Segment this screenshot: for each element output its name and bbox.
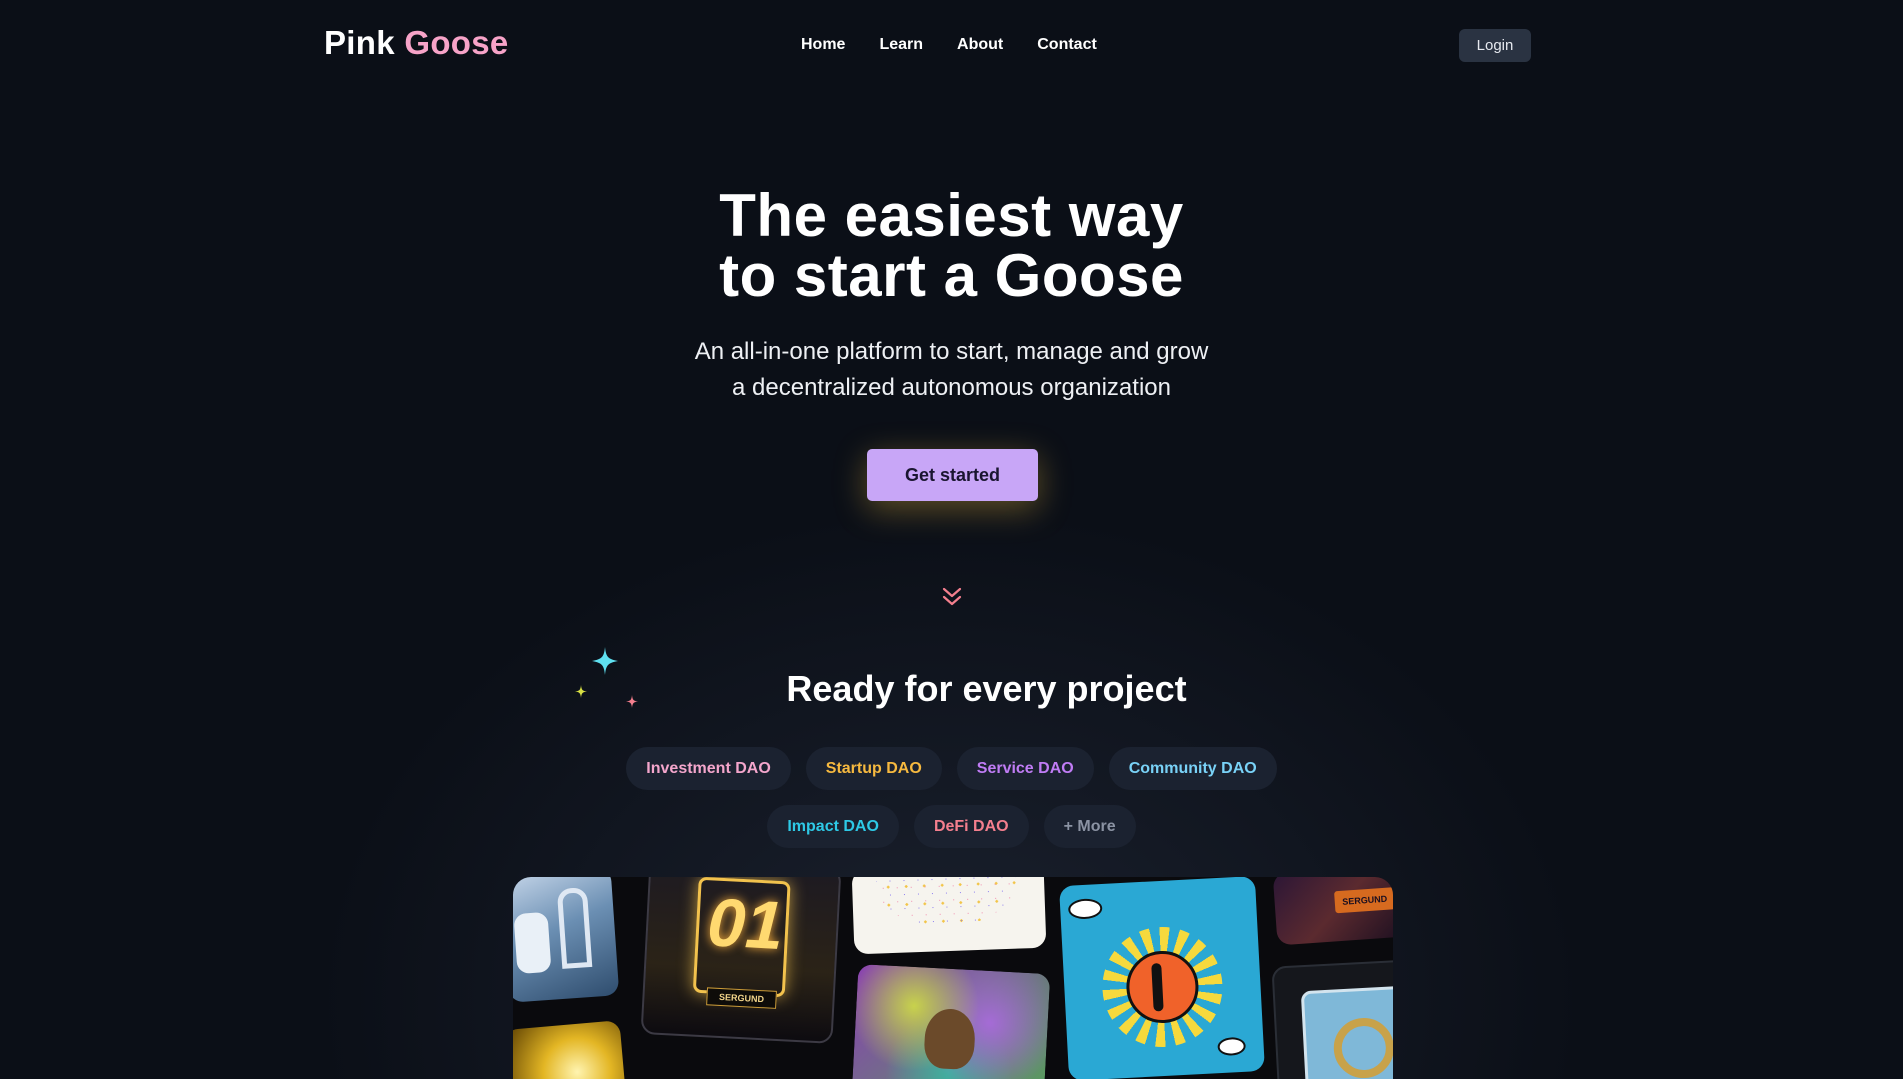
logo-text-2: Goose [404,24,509,61]
hero-title-line-1: The easiest way [719,182,1184,249]
page: { "brand": { "name_part1": "Pink", "name… [0,0,1903,1079]
nav-home[interactable]: Home [801,36,845,54]
nav-learn[interactable]: Learn [879,36,923,54]
hero-subtitle-line-1: An all-in-one platform to start, manage … [694,338,1209,365]
project-gallery: 01 SERGUND SERGUND [513,877,1393,1079]
hero-title: The easiest way to start a Goose [0,186,1903,306]
chip-impact-dao[interactable]: Impact DAO [767,805,899,848]
arch-shape [556,887,593,969]
chip-service-dao[interactable]: Service DAO [956,747,1094,790]
gallery-tile-robot [513,877,620,1003]
main-nav: Home Learn About Contact [801,36,1097,54]
tile-caption-2: SERGUND [1334,887,1393,914]
login-button[interactable]: Login [1459,29,1531,62]
gallery-tile-sculpture [1271,959,1393,1079]
hero-subtitle: An all-in-one platform to start, manage … [0,334,1903,406]
chip-community-dao[interactable]: Community DAO [1108,747,1277,790]
gallery-tile-gold [513,1020,627,1079]
chip-investment-dao[interactable]: Investment DAO [626,747,791,790]
chip-row-2: Impact DAO DeFi DAO + More [0,805,1903,848]
chip-row-1: Investment DAO Startup DAO Service DAO C… [0,747,1903,790]
chip-startup-dao[interactable]: Startup DAO [805,747,942,790]
nav-about[interactable]: About [957,36,1003,54]
chevron-down-double-icon[interactable] [940,586,964,608]
figure-shape [513,911,552,975]
chip-defi-dao[interactable]: DeFi DAO [913,805,1029,848]
planet-shape [1067,898,1103,920]
hero-subtitle-line-2: a decentralized autonomous organization [732,374,1171,401]
gallery-tile-neon-city: SERGUND [1272,877,1393,946]
mandala-pattern [874,877,1018,930]
gallery-tile-mandala [851,877,1047,955]
logo[interactable]: Pink Goose [324,24,509,62]
planet-shape [1217,1036,1247,1057]
gallery-tile-01: 01 SERGUND [640,877,842,1044]
nav-contact[interactable]: Contact [1037,36,1097,54]
tile-number: 01 [705,884,786,965]
creature-shape [923,1007,977,1071]
gallery-tile-sun [1059,877,1265,1079]
hero-title-line-2: to start a Goose [719,242,1184,309]
tile-caption: SERGUND [706,987,777,1009]
get-started-button[interactable]: Get started [867,449,1038,501]
logo-text-1: Pink [324,24,395,61]
section-title: Ready for every project [786,668,1187,709]
gallery-tile-psychedelic [851,964,1051,1079]
chip-more[interactable]: + More [1043,805,1136,848]
